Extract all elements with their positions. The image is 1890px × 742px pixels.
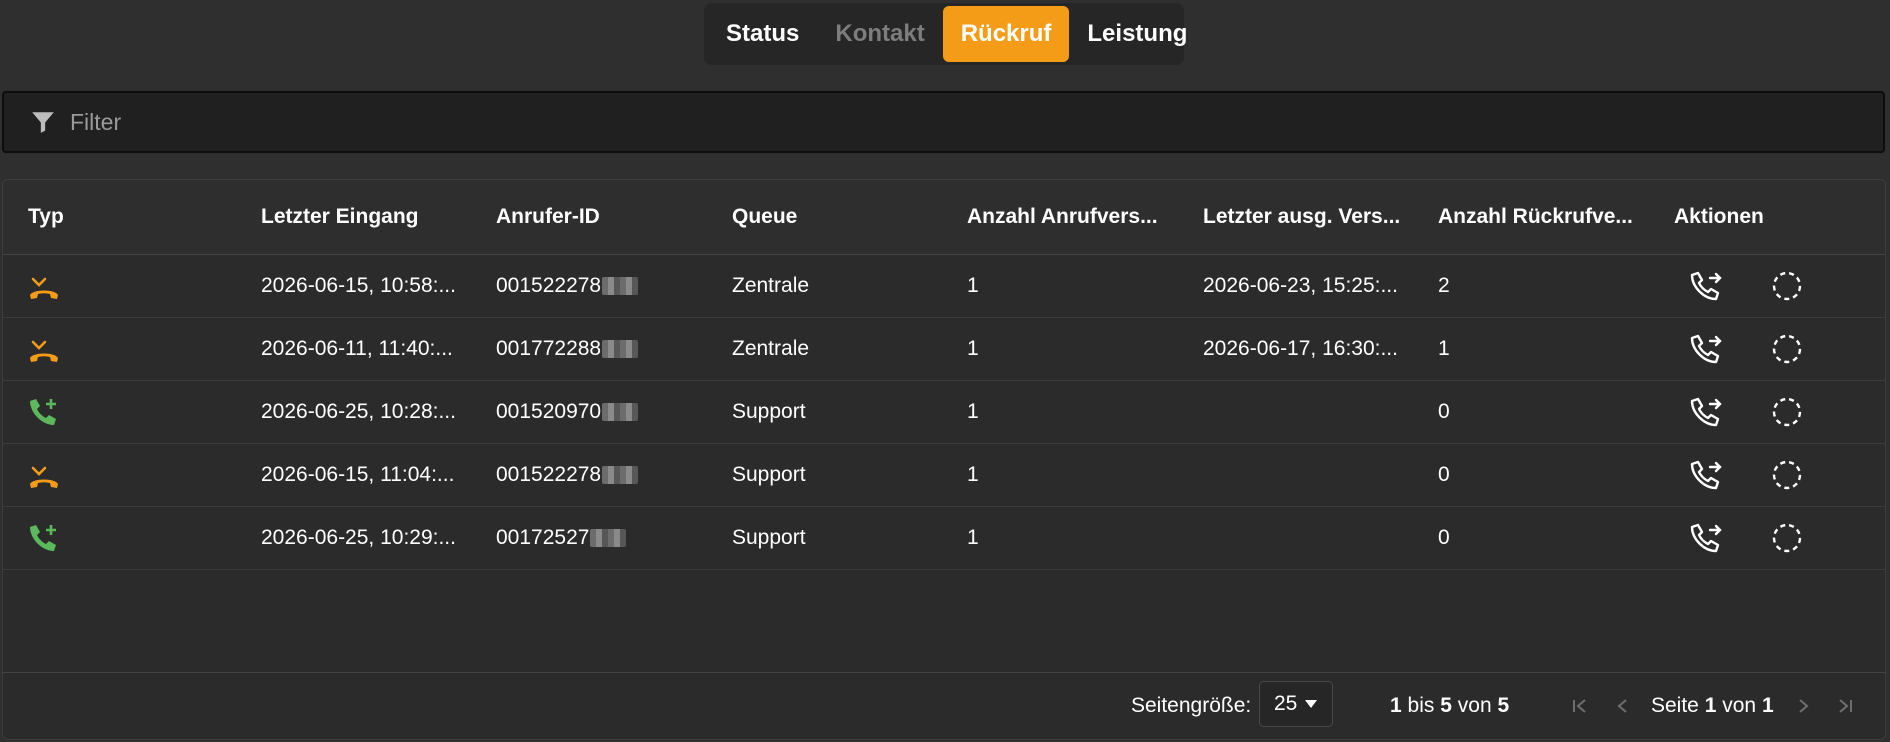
missed-call-icon bbox=[27, 318, 61, 380]
tab-bar: Status Kontakt Rückruf Leistung bbox=[704, 3, 1187, 65]
cell-anrufer-id: 00172527 bbox=[496, 507, 627, 569]
loading-circle-icon[interactable] bbox=[1768, 330, 1806, 368]
cell-anrufer-id: 001522278 bbox=[496, 444, 639, 506]
loading-circle-icon[interactable] bbox=[1768, 393, 1806, 431]
redacted-digits bbox=[602, 340, 639, 358]
cell-letzter-ausg-versuch: 2026-06-23, 15:25:... bbox=[1203, 274, 1398, 297]
cell-letzter-eingang: 2026-06-15, 10:58:... bbox=[261, 274, 456, 297]
column-header-anrufer-id[interactable]: Anrufer-ID bbox=[496, 180, 600, 254]
phone-forward-icon[interactable] bbox=[1688, 267, 1726, 305]
cell-queue: Support bbox=[732, 400, 806, 423]
caret-down-icon bbox=[1305, 700, 1318, 708]
loading-circle-icon[interactable] bbox=[1768, 267, 1806, 305]
table-row[interactable]: 2026-06-25, 10:29:... 00172527 Support 1… bbox=[3, 507, 1885, 570]
callback-table: Typ Letzter Eingang Anrufer-ID Queue Anz… bbox=[2, 179, 1886, 740]
column-header-aktionen: Aktionen bbox=[1674, 205, 1764, 228]
cell-queue: Support bbox=[732, 526, 806, 549]
filter-input[interactable] bbox=[68, 107, 1772, 137]
redacted-digits bbox=[590, 529, 627, 547]
phone-plus-icon bbox=[27, 381, 61, 443]
redacted-digits bbox=[602, 277, 639, 295]
next-page-icon[interactable] bbox=[1789, 692, 1817, 720]
table-row[interactable]: 2026-06-15, 11:04:... 001522278 Support … bbox=[3, 444, 1885, 507]
table-row[interactable]: 2026-06-15, 10:58:... 001522278 Zentrale… bbox=[3, 255, 1885, 318]
tab-status[interactable]: Status bbox=[708, 6, 817, 62]
cell-letzter-ausg-versuch: 2026-06-17, 16:30:... bbox=[1203, 337, 1398, 360]
caller-id-text: 00172527 bbox=[496, 526, 590, 549]
page-size-select[interactable]: 25 bbox=[1259, 681, 1333, 727]
tab-rueckruf[interactable]: Rückruf bbox=[942, 6, 1070, 62]
cell-anrufer-id: 001522278 bbox=[496, 255, 639, 317]
cell-letzter-eingang: 2026-06-15, 11:04:... bbox=[261, 463, 455, 486]
first-page-icon[interactable] bbox=[1566, 692, 1594, 720]
cell-letzter-eingang: 2026-06-11, 11:40:... bbox=[261, 337, 453, 360]
redacted-digits bbox=[602, 466, 639, 484]
loading-circle-icon[interactable] bbox=[1768, 519, 1806, 557]
column-header-letzter-eingang[interactable]: Letzter Eingang bbox=[261, 180, 419, 254]
cell-anzahl-anrufversuche: 1 bbox=[967, 463, 979, 486]
cell-anzahl-rueckrufversuche: 2 bbox=[1438, 274, 1450, 297]
filter-icon bbox=[30, 108, 58, 136]
page-size-label: Seitengröße: bbox=[1131, 694, 1252, 717]
cell-anrufer-id: 001772288 bbox=[496, 318, 639, 380]
loading-circle-icon[interactable] bbox=[1768, 456, 1806, 494]
column-header-letzter-ausg-versuch[interactable]: Letzter ausg. Vers... bbox=[1203, 180, 1400, 254]
phone-forward-icon[interactable] bbox=[1688, 330, 1726, 368]
column-header-anzahl-rueckrufversuche[interactable]: Anzahl Rückrufve... bbox=[1438, 180, 1633, 254]
cell-anzahl-rueckrufversuche: 0 bbox=[1438, 400, 1450, 423]
page-size-value: 25 bbox=[1274, 692, 1298, 715]
cell-anrufer-id: 001520970 bbox=[496, 381, 639, 443]
cell-anzahl-rueckrufversuche: 0 bbox=[1438, 463, 1450, 486]
column-header-typ[interactable]: Typ bbox=[28, 180, 64, 254]
cell-letzter-eingang: 2026-06-25, 10:29:... bbox=[261, 526, 456, 549]
row-range-summary: 1 bis 5 von 5 bbox=[1390, 694, 1510, 717]
missed-call-icon bbox=[27, 255, 61, 317]
cell-queue: Zentrale bbox=[732, 337, 810, 360]
page-indicator: Seite 1 von 1 bbox=[1651, 694, 1774, 717]
table-header: Typ Letzter Eingang Anrufer-ID Queue Anz… bbox=[3, 180, 1885, 255]
cell-queue: Zentrale bbox=[732, 274, 810, 297]
phone-forward-icon[interactable] bbox=[1688, 519, 1726, 557]
caller-id-text: 001522278 bbox=[496, 274, 602, 297]
column-header-anzahl-anrufversuche[interactable]: Anzahl Anrufvers... bbox=[967, 180, 1158, 254]
column-header-queue[interactable]: Queue bbox=[732, 180, 797, 254]
cell-letzter-eingang: 2026-06-25, 10:28:... bbox=[261, 400, 456, 423]
cell-anzahl-rueckrufversuche: 0 bbox=[1438, 526, 1450, 549]
missed-call-icon bbox=[27, 444, 61, 506]
cell-anzahl-anrufversuche: 1 bbox=[967, 337, 979, 360]
tab-leistung[interactable]: Leistung bbox=[1069, 6, 1205, 62]
filter-bar bbox=[2, 91, 1885, 153]
phone-plus-icon bbox=[27, 507, 61, 569]
phone-forward-icon[interactable] bbox=[1688, 393, 1726, 431]
cell-anzahl-anrufversuche: 1 bbox=[967, 526, 979, 549]
tab-kontakt[interactable]: Kontakt bbox=[817, 6, 942, 62]
last-page-icon[interactable] bbox=[1831, 692, 1859, 720]
cell-anzahl-anrufversuche: 1 bbox=[967, 400, 979, 423]
cell-queue: Support bbox=[732, 463, 806, 486]
redacted-digits bbox=[602, 403, 639, 421]
caller-id-text: 001522278 bbox=[496, 463, 602, 486]
previous-page-icon[interactable] bbox=[1609, 692, 1637, 720]
caller-id-text: 001520970 bbox=[496, 400, 602, 423]
table-row[interactable]: 2026-06-25, 10:28:... 001520970 Support … bbox=[3, 381, 1885, 444]
pagination-bar: Seitengröße: 25 1 bis 5 von 5 Seite 1 vo… bbox=[3, 672, 1885, 739]
table-row[interactable]: 2026-06-11, 11:40:... 001772288 Zentrale… bbox=[3, 318, 1885, 381]
caller-id-text: 001772288 bbox=[496, 337, 602, 360]
phone-forward-icon[interactable] bbox=[1688, 456, 1726, 494]
cell-anzahl-rueckrufversuche: 1 bbox=[1438, 337, 1450, 360]
cell-anzahl-anrufversuche: 1 bbox=[967, 274, 979, 297]
